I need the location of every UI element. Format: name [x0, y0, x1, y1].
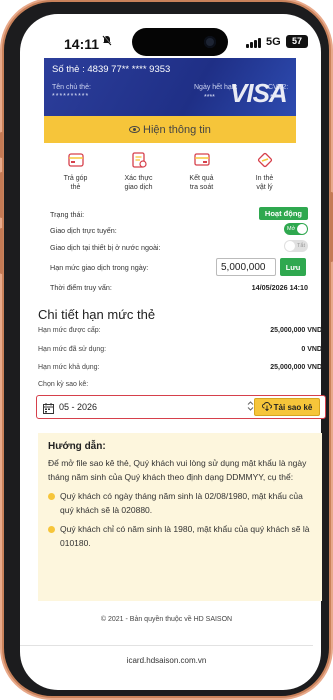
card-holder-label: Tên chủ thẻ:	[52, 84, 91, 91]
volume-down-button	[0, 228, 3, 274]
available-limit-value: 25,000,000 VND	[270, 364, 322, 371]
footer-divider	[20, 645, 313, 646]
download-statement-label: Tải sao kê	[273, 402, 313, 412]
query-time-label: Thời điểm truy vấn:	[50, 283, 112, 292]
available-limit-label: Hạn mức khả dụng:	[38, 364, 100, 371]
action-print-card[interactable]: In thẻ vật lý	[236, 150, 294, 198]
action-installment-line2: thẻ	[70, 184, 81, 191]
status-row: Trạng thái: Hoạt động	[50, 207, 308, 220]
dynamic-island	[132, 28, 228, 56]
card-cvv-label: CVV2:	[268, 84, 289, 91]
signal-icon	[246, 38, 261, 48]
online-transaction-toggle[interactable]: Mở	[284, 223, 308, 235]
foreign-transaction-label: Giao dịch tại thiết bị ở nước ngoài:	[50, 243, 161, 252]
eye-icon	[129, 126, 141, 133]
guide-text: Để mở file sao kê thẻ, Quý khách vui lòn…	[48, 458, 307, 482]
select-arrows-icon	[247, 400, 254, 414]
available-limit-row: Hạn mức khả dụng: 25,000,000 VND	[38, 364, 322, 371]
query-time-row: Thời điểm truy vấn: 14/05/2026 14:10	[50, 283, 308, 292]
action-print-line1: In thẻ	[255, 175, 274, 182]
show-info-label: Hiện thông tin	[143, 123, 211, 136]
status-badge: Hoạt động	[258, 207, 308, 220]
battery-icon: 57	[286, 35, 308, 48]
browser-url[interactable]: icard.hdsaison.com.vn	[0, 656, 333, 665]
installment-icon	[47, 150, 105, 170]
toggle-knob	[285, 241, 295, 251]
download-icon	[261, 401, 272, 413]
action-verify-line2: giao dịch	[124, 184, 153, 191]
save-limit-button[interactable]: Lưu	[280, 258, 306, 276]
status-time: 14:11	[64, 36, 100, 52]
granted-limit-row: Hạn mức được cấp: 25,000,000 VND	[38, 327, 322, 334]
daily-limit-row: Hạn mức giao dịch trong ngày:	[50, 263, 210, 272]
bullet-dot-icon	[48, 493, 55, 500]
online-transaction-label: Giao dịch trực tuyến:	[50, 226, 117, 235]
daily-limit-input[interactable]	[216, 258, 276, 276]
credit-card: Số thẻ : 4839 77** **** 9353 Tên chủ thẻ…	[44, 58, 296, 116]
network-type: 5G	[266, 36, 281, 48]
used-limit-row: Hạn mức đã sử dụng: 0 VND	[38, 346, 322, 353]
foreign-toggle-label: Tắt	[297, 242, 305, 249]
action-installment-line1: Trả góp	[63, 175, 88, 182]
verify-transaction-icon	[110, 150, 168, 170]
query-time-value: 14/05/2026 14:10	[251, 283, 308, 292]
silent-bell-icon	[102, 35, 112, 49]
foreign-transaction-toggle[interactable]: Tắt	[284, 240, 308, 252]
status-label: Trạng thái:	[50, 210, 85, 219]
action-button	[0, 132, 3, 158]
guide-title: Hướng dẫn:	[48, 441, 106, 452]
copyright-text: © 2021 - Bản quyền thuộc về HD SAISON	[100, 616, 233, 623]
limit-details-title: Chi tiết hạn mức thẻ	[38, 307, 156, 322]
daily-limit-label: Hạn mức giao dịch trong ngày:	[50, 263, 149, 272]
guide-bullet-2: Quý khách chỉ có năm sinh là 1980, mật k…	[48, 523, 310, 550]
guide-box: Hướng dẫn: Để mở file sao kê thẻ, Quý kh…	[38, 433, 322, 601]
lookup-result-icon	[173, 150, 231, 170]
guide-bullet-1: Quý khách có ngày tháng năm sinh là 02/0…	[48, 490, 310, 517]
action-installment[interactable]: Trả góp thẻ	[47, 150, 105, 198]
statement-period-label: Chọn kỳ sao kê:	[38, 381, 89, 388]
guide-bullet-1-text: Quý khách có ngày tháng năm sinh là 02/0…	[60, 491, 303, 515]
guide-bullet-2-text: Quý khách chỉ có năm sinh là 1980, mật k…	[60, 524, 310, 548]
card-expiry-value: ****	[204, 94, 215, 101]
card-holder-value: **********	[52, 93, 90, 100]
online-transaction-row: Giao dịch trực tuyến: Mở	[50, 223, 308, 235]
action-lookup-line2: tra soát	[189, 184, 214, 191]
used-limit-value: 0 VND	[301, 346, 322, 353]
toggle-knob	[297, 224, 307, 234]
status-bar: 14:11 5G 57	[20, 14, 321, 60]
camera-icon	[204, 36, 216, 48]
used-limit-label: Hạn mức đã sử dụng:	[38, 346, 107, 353]
download-statement-button[interactable]: Tải sao kê	[254, 398, 320, 416]
online-toggle-label: Mở	[287, 225, 296, 232]
card-cvv-value: ***	[270, 94, 279, 101]
card-number: Số thẻ : 4839 77** **** 9353	[52, 64, 171, 75]
show-info-button[interactable]: Hiện thông tin	[44, 116, 296, 143]
bullet-dot-icon	[48, 526, 55, 533]
card-actions: Trả góp thẻ Xác thực giao dịch Kết quả t…	[44, 150, 296, 198]
action-verify-line1: Xác thực	[124, 175, 153, 182]
action-lookup-result[interactable]: Kết quả tra soát	[173, 150, 231, 198]
action-verify-transaction[interactable]: Xác thực giao dịch	[110, 150, 168, 198]
calendar-icon	[43, 401, 54, 419]
granted-limit-label: Hạn mức được cấp:	[38, 327, 101, 334]
volume-up-button	[0, 172, 3, 218]
action-lookup-line1: Kết quả	[189, 175, 214, 182]
statement-period-value: 05 - 2026	[59, 402, 98, 412]
print-card-icon	[236, 150, 294, 170]
foreign-transaction-row: Giao dịch tại thiết bị ở nước ngoài: Tắt	[50, 240, 308, 252]
granted-limit-value: 25,000,000 VND	[270, 327, 322, 334]
action-print-line2: vật lý	[256, 184, 273, 191]
